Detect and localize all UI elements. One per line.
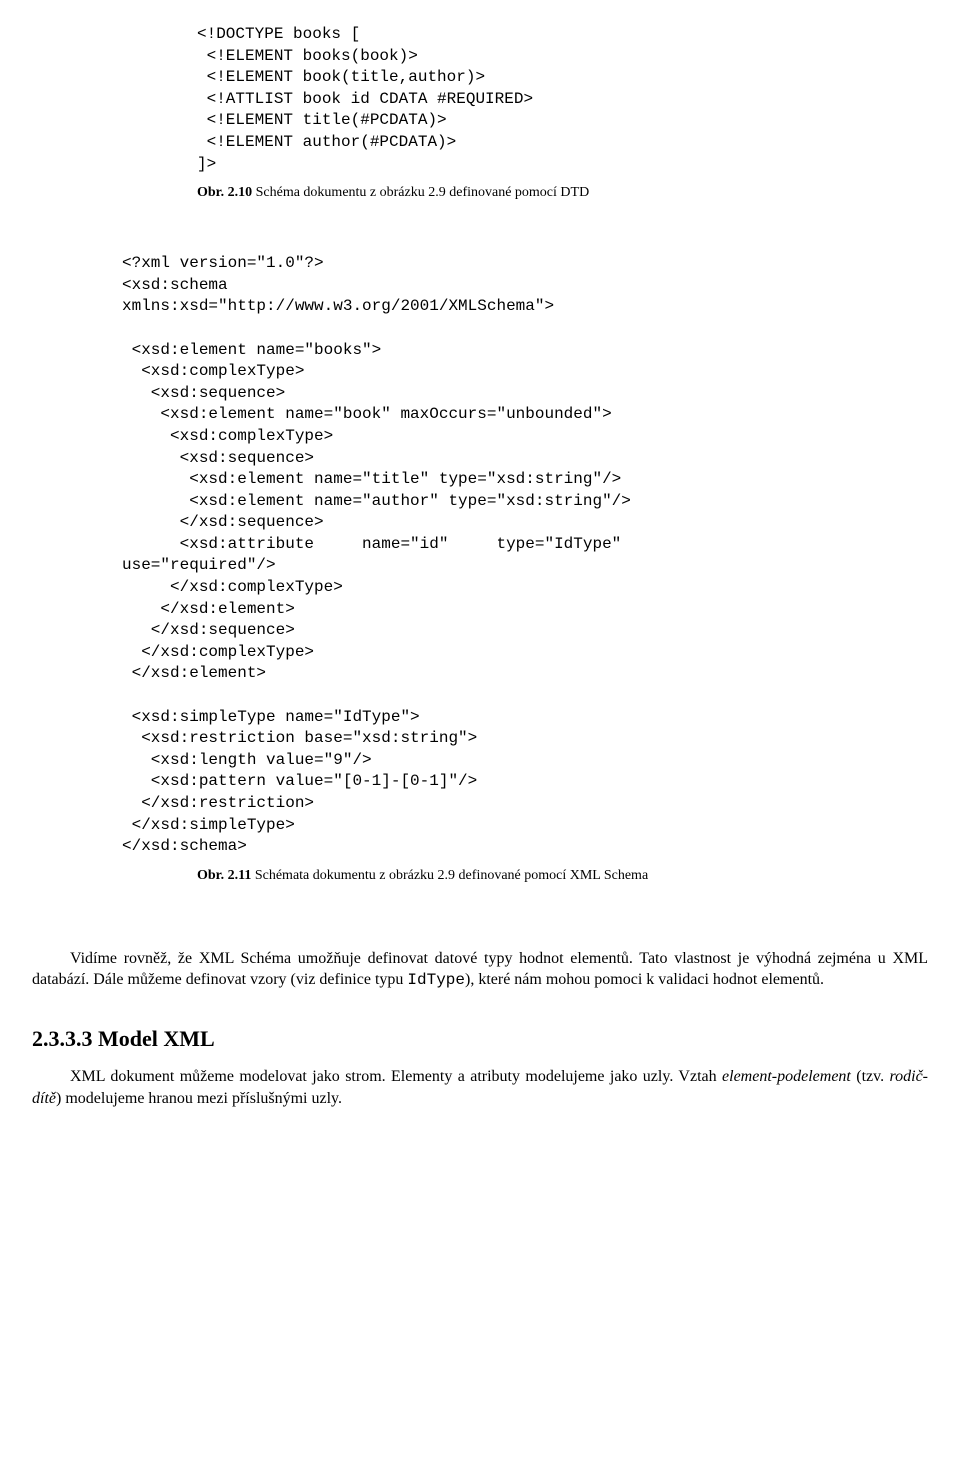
caption-label: Obr. 2.11 [197,868,251,883]
caption-label: Obr. 2.10 [197,185,252,200]
figure-caption-2-10: Obr. 2.10 Schéma dokumentu z obrázku 2.9… [32,185,928,201]
caption-text: Schéma dokumentu z obrázku 2.9 definovan… [252,185,589,200]
section-heading-model-xml: 2.3.3.3 Model XML [32,1026,928,1052]
text-run: ) modelujeme hranou mezi příslušnými uzl… [56,1090,342,1107]
caption-text: Schémata dokumentu z obrázku 2.9 definov… [251,868,648,883]
italic-term: element-podelement [722,1068,851,1085]
text-run: XML dokument můžeme modelovat jako strom… [70,1068,722,1085]
figure-caption-2-11: Obr. 2.11 Schémata dokumentu z obrázku 2… [32,868,928,884]
xsd-code-block: <?xml version="1.0"?> <xsd:schema xmlns:… [32,253,928,858]
body-paragraph-1: Vidíme rovněž, že XML Schéma umožňuje de… [32,948,928,992]
inline-code-idtype: IdType [407,971,465,989]
body-paragraph-2: XML dokument můžeme modelovat jako strom… [32,1066,928,1109]
dtd-code-block: <!DOCTYPE books [ <!ELEMENT books(book)>… [32,24,928,175]
text-run: ), které nám mohou pomoci k validaci hod… [465,971,824,988]
text-run: (tzv. [851,1068,890,1085]
